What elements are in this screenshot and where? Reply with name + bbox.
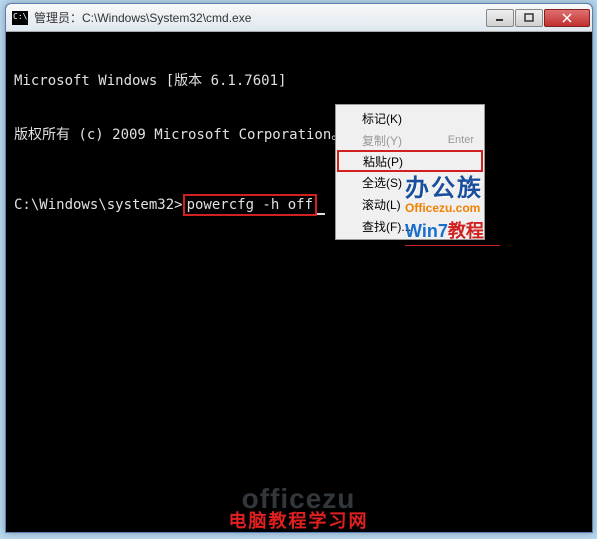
watermark-officezu: 办公族 Officezu.com Win7教程 [405,168,500,246]
menu-label: 查找(F)... [362,218,411,235]
titlebar-text: 管理员：C:\Windows\System32\cmd.exe [34,9,485,26]
menu-mark[interactable]: 标记(K) [338,107,482,129]
menu-label: 粘贴(P) [363,153,403,170]
menu-label: 标记(K) [362,110,402,127]
menu-label: 复制(Y) [362,132,402,149]
watermark-brand: 办公族 [405,168,500,203]
minimize-button[interactable] [486,9,514,27]
command-highlight: powercfg -h off [183,194,317,216]
maximize-button[interactable] [515,9,543,27]
prompt-text: C:\Windows\system32> [14,197,183,213]
window-controls [485,9,590,27]
watermark-underline-icon [405,245,500,246]
watermark-text: 电脑教程学习网 [229,507,369,533]
terminal-line: 版权所有 (c) 2009 Microsoft Corporation。保留所有… [14,126,584,144]
menu-label: 滚动(L) [362,196,401,213]
watermark-bottom: officezu 电脑教程学习网 [229,483,369,533]
terminal-line: Microsoft Windows [版本 6.1.7601] [14,72,584,90]
menu-label: 全选(S) [362,174,402,191]
close-button[interactable] [544,9,590,27]
watermark-subtitle: Win7教程 [405,217,500,243]
cursor-icon [317,213,325,215]
watermark-url: Officezu.com [405,201,500,215]
titlebar[interactable]: C:\ 管理员：C:\Windows\System32\cmd.exe [6,4,592,32]
cmd-icon: C:\ [12,11,28,25]
cmd-window: C:\ 管理员：C:\Windows\System32\cmd.exe Micr… [5,3,593,533]
menu-copy: 复制(Y) Enter [338,129,482,151]
menu-shortcut: Enter [448,134,474,146]
terminal-body[interactable]: Microsoft Windows [版本 6.1.7601] 版权所有 (c)… [6,32,592,256]
